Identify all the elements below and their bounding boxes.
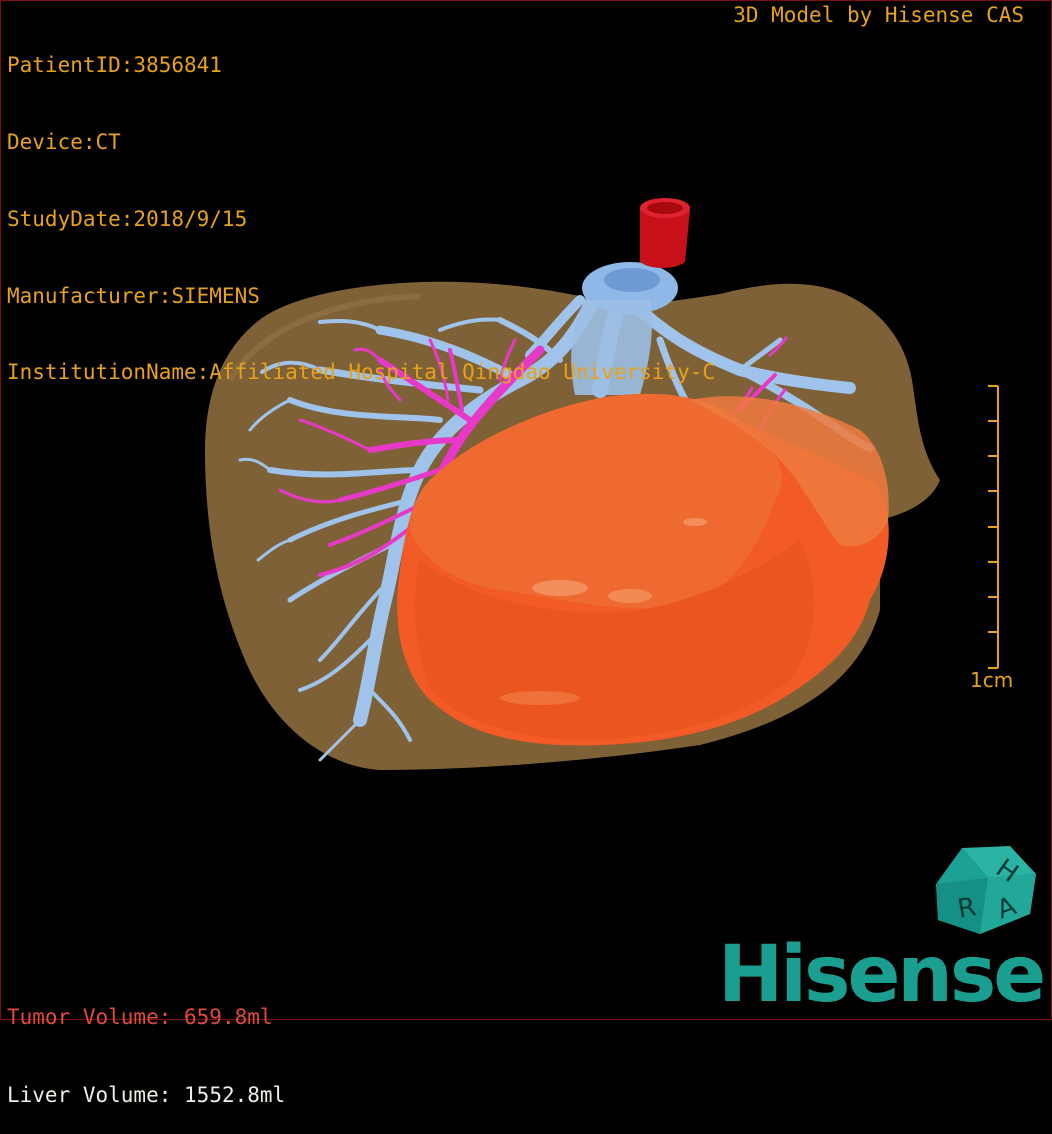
- tumor-volume: Tumor Volume: 659.8ml: [7, 1004, 285, 1030]
- study-date: StudyDate:2018/9/15: [7, 206, 248, 231]
- tumor-volume-label: Tumor Volume:: [7, 1005, 172, 1029]
- patient-id: PatientID:3856841: [7, 53, 222, 78]
- volume-readout: Tumor Volume: 659.8ml Liver Volume: 1552…: [7, 952, 285, 1134]
- manufacturer: Manufacturer:SIEMENS: [7, 283, 260, 308]
- patient-info-overlay: PatientID:3856841 Device:CT StudyDate:20…: [7, 2, 715, 412]
- device: Device:CT: [7, 129, 121, 154]
- hisense-logo: Hisense: [718, 930, 1046, 1020]
- liver-volume-label: Liver Volume:: [7, 1083, 172, 1107]
- liver-volume: Liver Volume: 1552.8ml: [7, 1082, 285, 1108]
- model-credit: 3D Model by Hisense CAS: [733, 3, 1024, 27]
- liver-volume-value: 1552.8ml: [184, 1083, 286, 1107]
- tumor-volume-value: 659.8ml: [171, 1005, 273, 1029]
- scale-bar-label: 1cm: [970, 668, 1014, 692]
- institution-name: InstitutionName:Affiliated Hospital Qing…: [7, 360, 716, 385]
